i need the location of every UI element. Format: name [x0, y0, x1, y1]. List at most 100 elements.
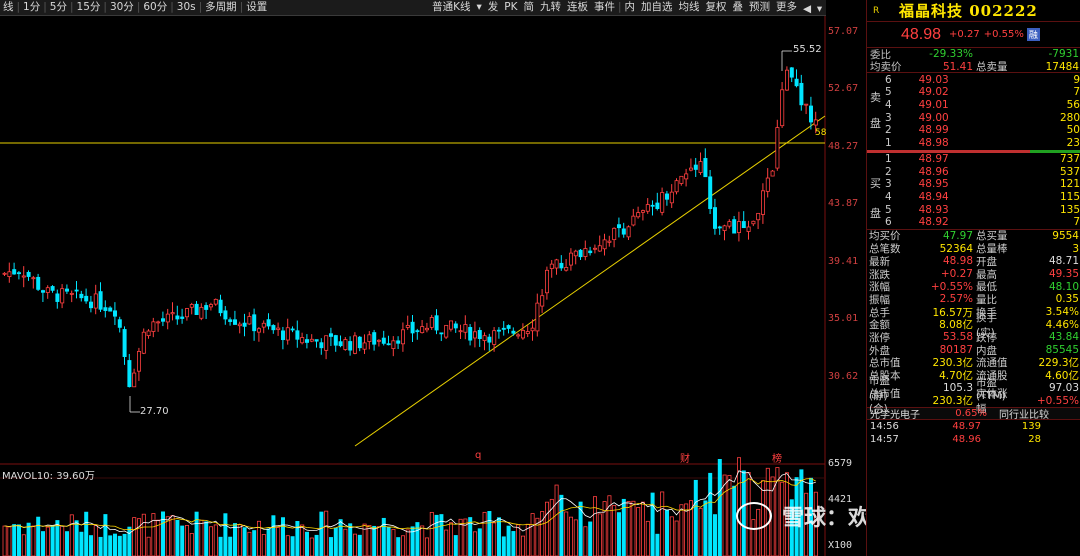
kline-chart[interactable]: 57.07 52.67 48.27 43.87 39.41 35.01 30.6… — [0, 16, 866, 556]
vol-axis-label: 6579 — [828, 458, 853, 469]
volume-bar — [261, 534, 266, 556]
buy-side-char: 盘 — [870, 206, 881, 220]
period-tab-5min[interactable]: 5分 — [47, 0, 70, 15]
candle-body — [160, 318, 165, 322]
sell-level-index: 6 — [885, 73, 892, 86]
buy-level-row[interactable]: 5 48.93 135 — [867, 203, 1080, 216]
buy-level-row[interactable]: 6 48.92 7 — [867, 216, 1080, 229]
toolbar-lianban[interactable]: 连板 — [564, 0, 591, 15]
volume-bar — [36, 516, 41, 556]
period-tab-60min[interactable]: 60分 — [140, 0, 170, 15]
toolbar-events[interactable]: 事件 — [591, 0, 618, 15]
volume-bar — [7, 526, 12, 556]
candle-body — [208, 304, 213, 308]
volume-bar — [113, 533, 118, 556]
stat-value: +0.27 — [940, 268, 973, 281]
speaker-icon[interactable]: ◀ — [800, 2, 813, 15]
sell-level-row[interactable]: 6 49.03 9 — [867, 73, 1080, 86]
candle-body — [660, 192, 665, 213]
candle-body — [732, 219, 737, 234]
sell-level-row[interactable]: 4 49.01 56 — [867, 99, 1080, 112]
toolbar-fuquan[interactable]: 复权 — [703, 0, 730, 15]
volume-bar — [79, 531, 84, 556]
toolbar-yuce[interactable]: 预测 — [746, 0, 773, 15]
industry-name[interactable]: 光学光电子 — [867, 406, 947, 421]
sell-level-row[interactable]: 3 49.00 280 — [867, 111, 1080, 124]
snowball-logo-icon — [736, 502, 772, 530]
sell-level-volume: 7 — [1073, 86, 1080, 99]
volume-bar — [199, 519, 204, 556]
volume-bar — [597, 513, 602, 556]
volume-bar — [328, 537, 333, 556]
buy-level-row[interactable]: 4 48.94 115 — [867, 191, 1080, 204]
candle-body — [669, 191, 674, 204]
industry-row[interactable]: 光学光电子 0.65% 同行业比较 — [867, 406, 1080, 421]
volume-bar — [208, 526, 213, 556]
toolbar-jian[interactable]: 简 — [521, 0, 538, 15]
toolbar-pk[interactable]: PK — [501, 0, 520, 15]
buy-level-volume: 537 — [1059, 165, 1080, 178]
candle-body — [573, 250, 578, 257]
stat-value: 85545 — [1045, 344, 1079, 357]
volume-bar — [448, 522, 453, 556]
volume-bar — [602, 501, 607, 556]
volume-bar — [146, 536, 151, 556]
volume-bar — [189, 533, 194, 556]
chevron-down-icon[interactable]: ▾ — [474, 0, 485, 15]
volume-bar — [69, 514, 74, 556]
chevron-down-icon[interactable]: ▾ — [813, 2, 826, 15]
candle-body — [103, 307, 108, 311]
toolbar-nei[interactable]: 内 — [622, 0, 639, 15]
candle-body — [424, 327, 429, 331]
buy-level-price: 48.93 — [918, 203, 949, 216]
settings-button[interactable]: 设置 — [243, 0, 270, 15]
kline-type-select[interactable]: 普通K线 — [429, 0, 473, 15]
stat-value: 8.08亿 — [939, 319, 973, 332]
buy-level-row[interactable]: 2 48.96 537 — [867, 165, 1080, 178]
event-marker-finance[interactable]: 财 — [680, 450, 690, 465]
sell-level-row[interactable]: 1 48.98 23 — [867, 137, 1080, 150]
period-tab-30min[interactable]: 30分 — [107, 0, 137, 15]
price-change: +0.27 — [949, 29, 980, 40]
volume-bar — [367, 525, 372, 556]
buy-level-row[interactable]: 3 48.95 121 — [867, 178, 1080, 191]
multi-period-button[interactable]: 多周期 — [202, 0, 240, 15]
candle-body — [809, 105, 814, 123]
toolbar-die[interactable]: 叠 — [730, 0, 747, 15]
toolbar-add-watch[interactable]: 加自选 — [638, 0, 676, 15]
toolbar-ma[interactable]: 均线 — [676, 0, 703, 15]
candle-body — [314, 339, 319, 342]
toolbar-more[interactable]: 更多 — [773, 0, 800, 15]
buy-level-volume: 7 — [1073, 216, 1080, 229]
candle-body — [420, 326, 425, 334]
volume-bar — [223, 513, 228, 556]
period-tab-1min[interactable]: 1分 — [20, 0, 43, 15]
toolbar-jiuzhuan[interactable]: 九转 — [537, 0, 564, 15]
candle-body — [511, 330, 516, 334]
sell-level-row[interactable]: 2 48.99 50 — [867, 124, 1080, 137]
volume-bar — [717, 459, 722, 556]
volume-bar — [184, 524, 189, 556]
stat-value: 0.35 — [1055, 293, 1079, 306]
period-tab-15min[interactable]: 15分 — [74, 0, 104, 15]
toolbar-fa[interactable]: 发 — [485, 0, 502, 15]
r-badge: R — [873, 5, 880, 16]
buy-level-row[interactable]: 1 48.97 737 — [867, 153, 1080, 166]
period-tab-30s[interactable]: 30s — [174, 0, 199, 15]
volume-bar — [21, 534, 26, 556]
sell-level-row[interactable]: 5 49.02 7 — [867, 86, 1080, 99]
candle-body — [463, 324, 468, 333]
kline-svg — [0, 16, 826, 556]
candle-body — [328, 333, 333, 337]
event-marker-list[interactable]: 榜 — [772, 450, 782, 465]
industry-compare-link[interactable]: 同行业比较 — [999, 406, 1049, 421]
candle-body — [665, 193, 670, 200]
price-axis-label: 52.67 — [828, 83, 859, 94]
event-marker-q[interactable]: q — [475, 450, 481, 461]
volume-bar — [309, 537, 314, 556]
candle-body — [549, 263, 554, 269]
candle-body — [641, 210, 646, 213]
volume-bar — [41, 531, 46, 556]
candle-body — [357, 336, 362, 349]
period-tab-line[interactable]: 线 — [0, 0, 17, 15]
